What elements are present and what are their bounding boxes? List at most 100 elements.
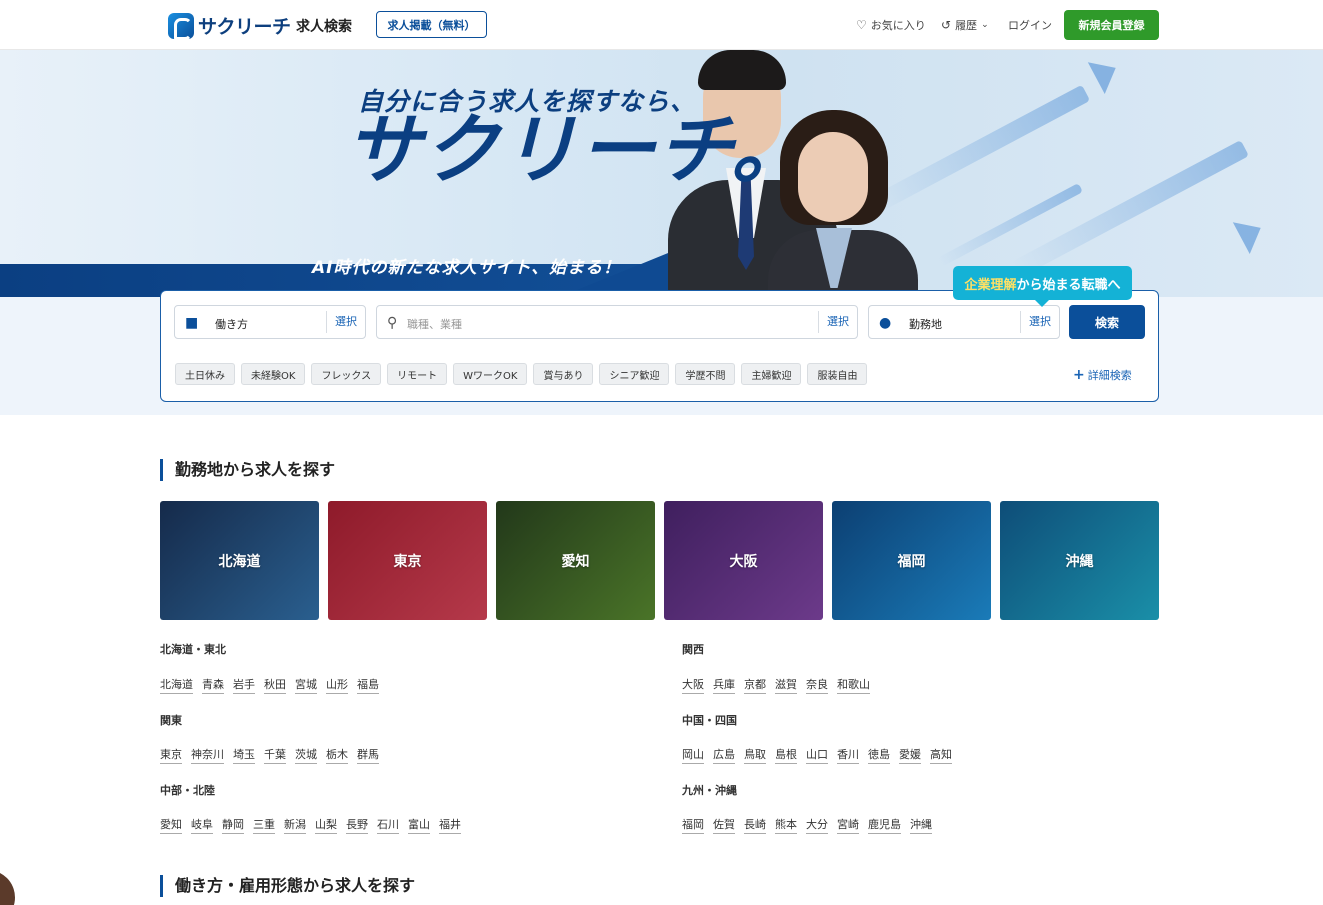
arrow-head-decoration xyxy=(1232,211,1270,255)
prefecture-tiles: 北海道 東京 愛知 大阪 福岡 沖縄 xyxy=(160,501,1159,620)
prefecture-link[interactable]: 京都 xyxy=(744,676,766,694)
login-link[interactable]: ログイン xyxy=(1008,17,1052,33)
region-heading: 九州・沖縄 xyxy=(682,784,737,797)
work-style-select[interactable]: 選択 xyxy=(326,311,365,333)
prefecture-link[interactable]: 鹿児島 xyxy=(868,816,901,834)
advanced-search-label: 詳細検索 xyxy=(1087,369,1132,382)
prefecture-link[interactable]: 静岡 xyxy=(222,816,244,834)
prefecture-link[interactable]: 福井 xyxy=(439,816,461,834)
prefecture-link[interactable]: 新潟 xyxy=(284,816,306,834)
prefecture-link[interactable]: 千葉 xyxy=(264,746,286,764)
prefecture-link[interactable]: 徳島 xyxy=(868,746,890,764)
prefecture-link[interactable]: 三重 xyxy=(253,816,275,834)
promo-text: から始まる転職へ xyxy=(1016,277,1121,293)
logo-mark-icon xyxy=(168,12,194,40)
tile-aichi[interactable]: 愛知 xyxy=(496,501,655,620)
prefecture-link[interactable]: 石川 xyxy=(377,816,399,834)
prefecture-link[interactable]: 愛媛 xyxy=(899,746,921,764)
favorites-link[interactable]: ♡ お気に入り xyxy=(856,17,926,33)
prefecture-link[interactable]: 香川 xyxy=(837,746,859,764)
tag-chip[interactable]: リモート xyxy=(387,363,448,385)
prefecture-link[interactable]: 島根 xyxy=(775,746,797,764)
tag-chip[interactable]: 主婦歓迎 xyxy=(741,363,802,385)
prefecture-link[interactable]: 山形 xyxy=(326,676,348,694)
hero-title: サクリーチ。 xyxy=(345,105,810,194)
prefecture-link[interactable]: 和歌山 xyxy=(837,676,870,694)
arrow-head-decoration xyxy=(1087,51,1125,95)
prefecture-link[interactable]: 神奈川 xyxy=(191,746,224,764)
tile-hokkaido[interactable]: 北海道 xyxy=(160,501,319,620)
prefecture-link[interactable]: 兵庫 xyxy=(713,676,735,694)
prefecture-link[interactable]: 埼玉 xyxy=(233,746,255,764)
search-button[interactable]: 検索 xyxy=(1069,305,1145,339)
location-label: 勤務地 xyxy=(909,318,942,331)
prefecture-link[interactable]: 秋田 xyxy=(264,676,286,694)
prefecture-link[interactable]: 茨城 xyxy=(295,746,317,764)
keyword-placeholder: 職種、業種 xyxy=(407,318,462,331)
quick-tags: 土日休み 未経験OK フレックス リモート WワークOK 賞与あり シニア歓迎 … xyxy=(175,363,868,385)
prefecture-list: 大阪 兵庫 京都 滋賀 奈良 和歌山 xyxy=(682,676,870,694)
location-field[interactable]: ● 勤務地 選択 xyxy=(868,305,1060,339)
prefecture-link[interactable]: 広島 xyxy=(713,746,735,764)
history-dropdown[interactable]: ↺ 履歴 ⌄ xyxy=(941,17,989,33)
prefecture-link[interactable]: 大分 xyxy=(806,816,828,834)
tag-chip[interactable]: 服装自由 xyxy=(807,363,868,385)
tag-chip[interactable]: シニア歓迎 xyxy=(599,363,670,385)
keyword-field[interactable]: ⚲ 職種、業種 選択 xyxy=(376,305,858,339)
tile-osaka[interactable]: 大阪 xyxy=(664,501,823,620)
prefecture-link[interactable]: 山梨 xyxy=(315,816,337,834)
tag-chip[interactable]: フレックス xyxy=(311,363,382,385)
history-icon: ↺ xyxy=(941,18,952,32)
work-style-label: 働き方 xyxy=(215,318,248,331)
prefecture-link[interactable]: 宮崎 xyxy=(837,816,859,834)
prefecture-link[interactable]: 福岡 xyxy=(682,816,704,834)
keyword-select[interactable]: 選択 xyxy=(818,311,857,333)
prefecture-link[interactable]: 大阪 xyxy=(682,676,704,694)
work-section-title: 働き方・雇用形態から求人を探す xyxy=(160,875,415,897)
nav-job-search[interactable]: 求人検索 xyxy=(296,16,352,36)
prefecture-link[interactable]: 東京 xyxy=(160,746,182,764)
region-heading: 関東 xyxy=(160,714,182,727)
prefecture-link[interactable]: 長崎 xyxy=(744,816,766,834)
tag-chip[interactable]: WワークOK xyxy=(453,363,528,385)
tag-chip[interactable]: 学歴不問 xyxy=(675,363,736,385)
work-style-field[interactable]: ■ 働き方 選択 xyxy=(174,305,366,339)
prefecture-link[interactable]: 岩手 xyxy=(233,676,255,694)
prefecture-link[interactable]: 沖縄 xyxy=(910,816,932,834)
prefecture-link[interactable]: 宮城 xyxy=(295,676,317,694)
prefecture-link[interactable]: 青森 xyxy=(202,676,224,694)
prefecture-link[interactable]: 岐阜 xyxy=(191,816,213,834)
region-heading: 北海道・東北 xyxy=(160,643,226,656)
prefecture-link[interactable]: 熊本 xyxy=(775,816,797,834)
prefecture-link[interactable]: 滋賀 xyxy=(775,676,797,694)
prefecture-link[interactable]: 福島 xyxy=(357,676,379,694)
prefecture-link[interactable]: 北海道 xyxy=(160,676,193,694)
post-job-button[interactable]: 求人掲載（無料） xyxy=(376,11,487,38)
prefecture-link[interactable]: 鳥取 xyxy=(744,746,766,764)
tag-chip[interactable]: 賞与あり xyxy=(533,363,594,385)
prefecture-link[interactable]: 群馬 xyxy=(357,746,379,764)
favorites-label: お気に入り xyxy=(870,19,926,32)
prefecture-link[interactable]: 栃木 xyxy=(326,746,348,764)
tile-fukuoka[interactable]: 福岡 xyxy=(832,501,991,620)
history-label: 履歴 xyxy=(955,19,978,32)
prefecture-link[interactable]: 佐賀 xyxy=(713,816,735,834)
prefecture-link[interactable]: 山口 xyxy=(806,746,828,764)
prefecture-link[interactable]: 高知 xyxy=(930,746,952,764)
prefecture-link[interactable]: 岡山 xyxy=(682,746,704,764)
signup-button[interactable]: 新規会員登録 xyxy=(1064,10,1159,40)
prefecture-link[interactable]: 長野 xyxy=(346,816,368,834)
tag-chip[interactable]: 未経験OK xyxy=(241,363,306,385)
prefecture-link[interactable]: 富山 xyxy=(408,816,430,834)
location-select[interactable]: 選択 xyxy=(1020,311,1059,333)
prefecture-list: 北海道 青森 岩手 秋田 宮城 山形 福島 xyxy=(160,676,379,694)
advanced-search-link[interactable]: + 詳細検索 xyxy=(1073,367,1132,383)
tile-tokyo[interactable]: 東京 xyxy=(328,501,487,620)
tag-chip[interactable]: 土日休み xyxy=(175,363,235,385)
prefecture-link[interactable]: 愛知 xyxy=(160,816,182,834)
region-heading: 関西 xyxy=(682,643,704,656)
prefecture-link[interactable]: 奈良 xyxy=(806,676,828,694)
prefecture-list: 愛知 岐阜 静岡 三重 新潟 山梨 長野 石川 富山 福井 xyxy=(160,816,461,834)
site-logo[interactable]: サクリーチ xyxy=(168,12,291,40)
tile-okinawa[interactable]: 沖縄 xyxy=(1000,501,1159,620)
